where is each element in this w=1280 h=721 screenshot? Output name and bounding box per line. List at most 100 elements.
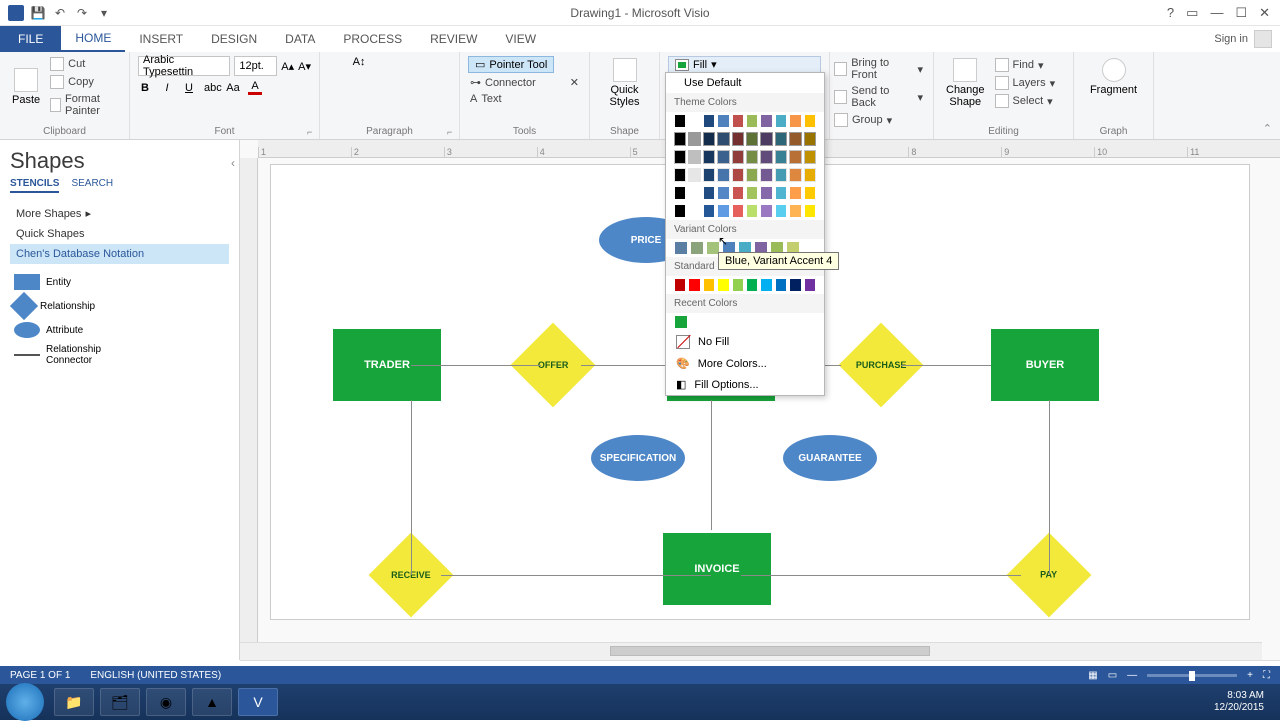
theme-shade-3-8[interactable]	[789, 186, 801, 200]
theme-shade-4-3[interactable]	[717, 204, 729, 218]
stencils-tab[interactable]: STENCILS	[10, 178, 59, 193]
undo-icon[interactable]: ↶	[52, 5, 68, 21]
find-button[interactable]: Find▾	[993, 57, 1058, 73]
minimize-icon[interactable]: —	[1210, 5, 1223, 21]
font-name-select[interactable]: Arabic Typesettin	[138, 56, 230, 76]
italic-button[interactable]: I	[160, 82, 174, 94]
theme-shade-0-6[interactable]	[760, 132, 772, 146]
theme-shade-0-1[interactable]	[688, 132, 700, 146]
font-dialog-icon[interactable]: ⌐	[307, 127, 317, 137]
quick-shapes-item[interactable]: Quick Shapes	[10, 224, 229, 244]
taskbar-chrome[interactable]: ◉	[146, 688, 186, 716]
send-back-button[interactable]: Send to Back▾	[832, 84, 925, 110]
theme-shade-0-2[interactable]	[703, 132, 715, 146]
theme-shade-4-6[interactable]	[760, 204, 772, 218]
increase-font-icon[interactable]: A▴	[281, 60, 294, 73]
theme-shade-3-6[interactable]	[760, 186, 772, 200]
start-button[interactable]	[6, 683, 44, 721]
delete-icon[interactable]: ✕	[570, 76, 579, 89]
signin-link[interactable]: Sign in	[1214, 33, 1248, 45]
variant-swatch-0[interactable]	[674, 241, 688, 255]
more-colors-item[interactable]: 🎨More Colors...	[666, 353, 824, 374]
standard-swatch-6[interactable]	[760, 278, 772, 292]
decrease-font-icon[interactable]: A▾	[298, 60, 311, 73]
theme-shade-2-3[interactable]	[717, 168, 729, 182]
scroll-thumb[interactable]	[610, 646, 930, 656]
chen-stencil-item[interactable]: Chen's Database Notation	[10, 244, 229, 264]
theme-shade-4-0[interactable]	[674, 204, 686, 218]
theme-shade-2-5[interactable]	[746, 168, 758, 182]
text-tool-button[interactable]: AText	[468, 92, 581, 106]
theme-shade-3-0[interactable]	[674, 186, 686, 200]
entity-invoice[interactable]: INVOICE	[663, 533, 771, 605]
theme-shade-2-1[interactable]	[688, 168, 700, 182]
theme-shade-0-7[interactable]	[775, 132, 787, 146]
theme-shade-1-9[interactable]	[804, 150, 816, 164]
theme-shade-0-9[interactable]	[804, 132, 816, 146]
attr-spec[interactable]: SPECIFICATION	[591, 435, 685, 481]
connector-tool-button[interactable]: ⊶Connector ✕	[468, 75, 581, 90]
theme-swatch-7[interactable]	[775, 114, 787, 128]
theme-shade-3-3[interactable]	[717, 186, 729, 200]
theme-swatch-9[interactable]	[804, 114, 816, 128]
pointer-tool-button[interactable]: ▭Pointer Tool	[468, 56, 554, 73]
variant-swatch-1[interactable]	[690, 241, 704, 255]
zoom-slider[interactable]	[1147, 674, 1237, 677]
taskbar-explorer[interactable]: 📁	[54, 688, 94, 716]
theme-swatch-1[interactable]	[688, 114, 700, 128]
fragment-button[interactable]: Fragment	[1082, 56, 1145, 98]
theme-shade-4-9[interactable]	[804, 204, 816, 218]
ribbon-options-icon[interactable]: ▭	[1186, 5, 1198, 21]
tab-process[interactable]: PROCESS	[329, 26, 416, 52]
theme-shade-1-6[interactable]	[760, 150, 772, 164]
tab-data[interactable]: DATA	[271, 26, 329, 52]
attribute-shape[interactable]: Attribute	[14, 322, 114, 338]
font-size-select[interactable]: 12pt.	[234, 56, 277, 76]
theme-shade-2-9[interactable]	[804, 168, 816, 182]
copy-button[interactable]: Copy	[48, 74, 121, 90]
attr-guarantee[interactable]: GUARANTEE	[783, 435, 877, 481]
theme-shade-1-4[interactable]	[732, 150, 744, 164]
paste-button[interactable]: Paste	[8, 66, 44, 108]
quick-styles-button[interactable]: Quick Styles	[598, 56, 651, 110]
theme-swatch-3[interactable]	[717, 114, 729, 128]
standard-swatch-3[interactable]	[717, 278, 729, 292]
search-tab[interactable]: SEARCH	[71, 178, 113, 193]
standard-swatch-9[interactable]	[804, 278, 816, 292]
fill-button[interactable]: Fill▾	[668, 56, 821, 73]
bold-button[interactable]: B	[138, 82, 152, 94]
theme-swatch-5[interactable]	[746, 114, 758, 128]
qat-more-icon[interactable]: ▾	[96, 5, 112, 21]
redo-icon[interactable]: ↷	[74, 5, 90, 21]
underline-button[interactable]: U	[182, 82, 196, 94]
theme-shade-0-0[interactable]	[674, 132, 686, 146]
close-icon[interactable]: ✕	[1259, 5, 1270, 21]
theme-shade-1-0[interactable]	[674, 150, 686, 164]
standard-swatch-1[interactable]	[688, 278, 700, 292]
theme-swatch-4[interactable]	[732, 114, 744, 128]
relationship-shape[interactable]: Relationship	[14, 296, 114, 316]
view-normal-icon[interactable]: ▦	[1088, 670, 1097, 681]
collapse-ribbon-icon[interactable]: ⌃	[1263, 122, 1272, 135]
theme-shade-4-8[interactable]	[789, 204, 801, 218]
user-avatar-icon[interactable]	[1254, 30, 1272, 48]
theme-shade-4-1[interactable]	[688, 204, 700, 218]
view-presentation-icon[interactable]: ▭	[1108, 670, 1117, 681]
language-indicator[interactable]: ENGLISH (UNITED STATES)	[90, 670, 221, 681]
tab-view[interactable]: VIEW	[491, 26, 550, 52]
taskbar-vlc[interactable]: ▲	[192, 688, 232, 716]
entity-buyer[interactable]: BUYER	[991, 329, 1099, 401]
theme-swatch-6[interactable]	[760, 114, 772, 128]
theme-shade-2-8[interactable]	[789, 168, 801, 182]
theme-shade-0-4[interactable]	[732, 132, 744, 146]
theme-shade-2-4[interactable]	[732, 168, 744, 182]
theme-shade-2-6[interactable]	[760, 168, 772, 182]
theme-shade-3-4[interactable]	[732, 186, 744, 200]
standard-swatch-5[interactable]	[746, 278, 758, 292]
help-icon[interactable]: ?	[1167, 5, 1174, 21]
page-indicator[interactable]: PAGE 1 OF 1	[10, 670, 70, 681]
entity-shape[interactable]: Entity	[14, 274, 114, 290]
zoom-out-icon[interactable]: —	[1127, 670, 1137, 681]
system-clock[interactable]: 8:03 AM 12/20/2015	[1214, 690, 1274, 714]
theme-shade-4-4[interactable]	[732, 204, 744, 218]
